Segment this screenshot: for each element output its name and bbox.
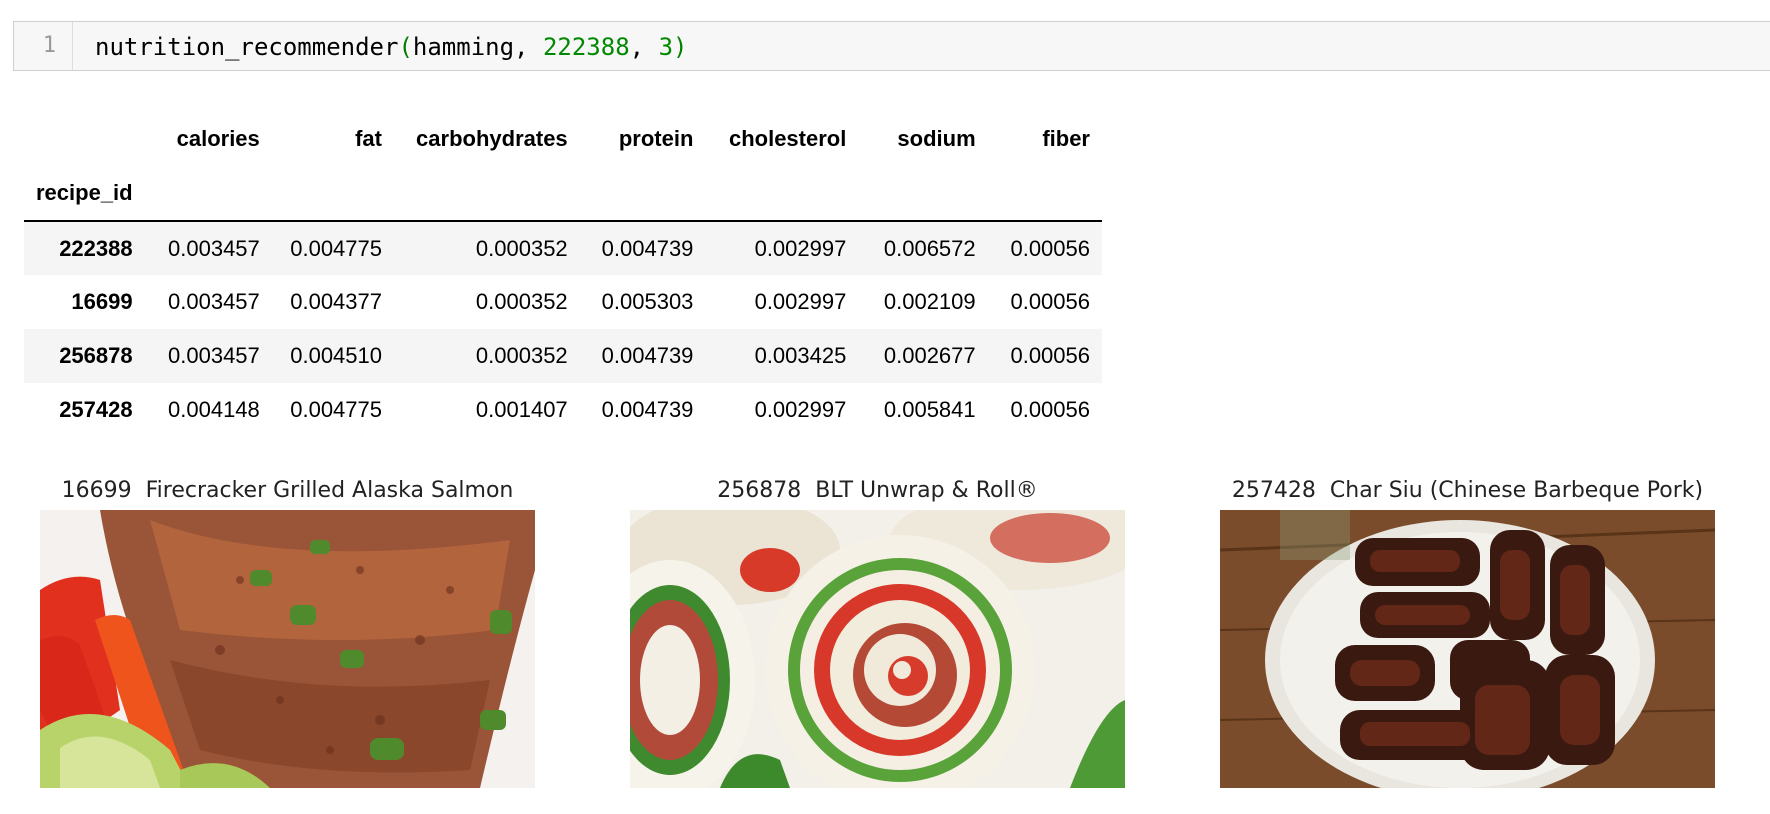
row-index: 256878 xyxy=(59,343,133,368)
column-header: sodium xyxy=(897,126,976,151)
recipe-name: Firecracker Grilled Alaska Salmon xyxy=(145,478,514,503)
table-cell: 0.002677 xyxy=(883,343,976,368)
nutrition-dataframe: calories fat carbohydrates protein chole… xyxy=(24,112,1102,437)
code-arg-count: 3 xyxy=(658,33,674,61)
recipe-title: 16699 Firecracker Grilled Alaska Salmon xyxy=(40,474,535,510)
table-row: 256878 0.003457 0.004510 0.000352 0.0047… xyxy=(24,329,1102,383)
table-cell: 0.00056 xyxy=(1010,343,1090,368)
table-cell: 0.004148 xyxy=(168,397,260,422)
table-row: 16699 0.003457 0.004377 0.000352 0.00530… xyxy=(24,275,1102,329)
table-cell: 0.002997 xyxy=(754,397,847,422)
row-index: 16699 xyxy=(71,289,133,314)
table-cell: 0.004739 xyxy=(601,343,694,368)
index-name: recipe_id xyxy=(24,166,145,222)
table-cell: 0.000352 xyxy=(475,235,568,261)
code-cell[interactable]: 1 nutrition_recommender(hamming, 222388,… xyxy=(13,21,1770,71)
line-number: 1 xyxy=(42,33,56,58)
recipe-photo-blt-wraps xyxy=(630,510,1125,788)
recipe-id: 16699 xyxy=(61,478,132,503)
table-cell: 0.001407 xyxy=(475,397,568,422)
index-name-row: recipe_id xyxy=(24,166,1102,222)
table-cell: 0.005303 xyxy=(601,289,694,314)
recipe-title: 257428 Char Siu (Chinese Barbeque Pork) xyxy=(1220,474,1715,510)
row-index: 257428 xyxy=(59,397,133,422)
table-cell: 0.003425 xyxy=(754,343,847,368)
column-header: fat xyxy=(355,126,382,151)
recipe-photo-char-siu xyxy=(1220,510,1715,788)
table-cell: 0.00056 xyxy=(1010,289,1090,314)
row-index: 222388 xyxy=(59,235,133,261)
column-header: protein xyxy=(618,126,694,151)
line-gutter: 1 xyxy=(14,22,73,70)
table-cell: 0.004775 xyxy=(290,235,382,261)
recipe-card-16699: 16699 Firecracker Grilled Alaska Salmon xyxy=(40,474,535,788)
table-cell: 0.005841 xyxy=(883,397,976,422)
recipe-photo-salmon xyxy=(40,510,535,788)
table-cell: 0.00056 xyxy=(1010,235,1090,261)
code-separator: , xyxy=(514,33,543,61)
table-cell: 0.002997 xyxy=(754,235,847,261)
column-header: fiber xyxy=(1042,126,1090,151)
table-cell: 0.002109 xyxy=(883,289,976,314)
table-cell: 0.003457 xyxy=(168,343,260,368)
table-cell: 0.004377 xyxy=(290,289,382,314)
table-cell: 0.000352 xyxy=(475,343,568,368)
index-header-blank xyxy=(24,112,145,166)
table-cell: 0.004775 xyxy=(290,397,382,422)
recipe-id: 256878 xyxy=(717,478,802,503)
table-cell: 0.006572 xyxy=(883,235,976,261)
table-cell: 0.00056 xyxy=(1010,397,1090,422)
column-header: calories xyxy=(176,126,260,151)
table-cell: 0.003457 xyxy=(168,235,260,261)
recipe-id: 257428 xyxy=(1231,478,1316,503)
recipe-name: Char Siu (Chinese Barbeque Pork) xyxy=(1329,478,1704,503)
code-function-name: nutrition_recommender xyxy=(95,33,399,61)
table-row: 222388 0.003457 0.004775 0.000352 0.0047… xyxy=(24,221,1102,275)
column-header-row: calories fat carbohydrates protein chole… xyxy=(24,112,1102,166)
table-cell: 0.002997 xyxy=(754,289,847,314)
code-separator: , xyxy=(629,33,659,61)
column-header: cholesterol xyxy=(728,126,847,151)
recipe-card-256878: 256878 BLT Unwrap & Roll® xyxy=(630,474,1125,788)
code-arg-recipe-id: 222388 xyxy=(542,33,630,61)
table-cell: 0.003457 xyxy=(168,289,260,314)
recipe-card-257428: 257428 Char Siu (Chinese Barbeque Pork) xyxy=(1220,474,1715,788)
code-arg-metric: hamming xyxy=(412,33,515,61)
table-cell: 0.004739 xyxy=(601,235,694,261)
table-cell: 0.004739 xyxy=(601,397,694,422)
code-line[interactable]: nutrition_recommender(hamming, 222388, 3… xyxy=(95,33,687,61)
table-cell: 0.004510 xyxy=(290,343,382,368)
column-header: carbohydrates xyxy=(416,126,568,151)
recipe-name: BLT Unwrap & Roll® xyxy=(815,478,1038,503)
recipe-title: 256878 BLT Unwrap & Roll® xyxy=(630,474,1125,510)
code-open-paren: ( xyxy=(398,33,413,61)
table-cell: 0.000352 xyxy=(475,289,568,314)
code-close-paren: ) xyxy=(673,33,688,61)
table-row: 257428 0.004148 0.004775 0.001407 0.0047… xyxy=(24,383,1102,437)
